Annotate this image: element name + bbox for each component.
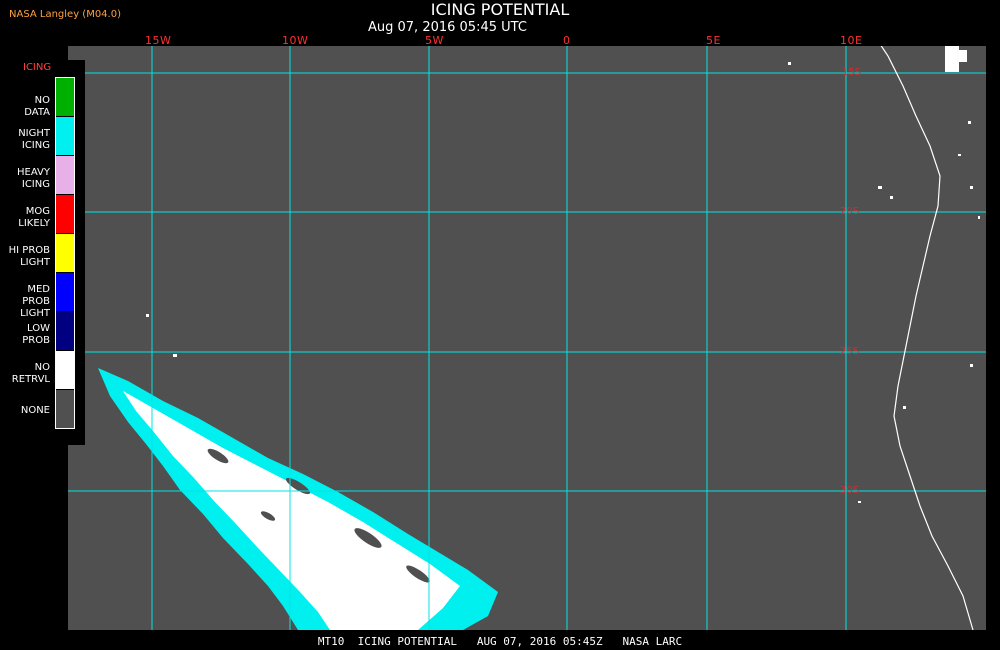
legend-swatch-no-retrvl — [56, 351, 74, 389]
lat-lon-grid — [68, 46, 986, 630]
legend-label-hi-prob-light: HI PROB LIGHT — [8, 245, 50, 268]
observation-time: Aug 07, 2016 05:45 UTC — [368, 20, 527, 35]
legend-label-mog-likely: MOG LIKELY — [18, 206, 50, 229]
legend-label-heavy-icing: HEAVY ICING — [17, 167, 50, 190]
legend-label-no-retrvl: NO RETRVL — [11, 362, 50, 385]
producer-label: NASA Langley (M04.0) — [9, 9, 121, 20]
legend-swatch-no-data — [56, 78, 74, 116]
legend-title: ICING — [23, 62, 52, 73]
lat-label-15s: 15S — [842, 67, 862, 78]
lat-label-30s: 30S — [840, 485, 860, 496]
legend-label-night-icing: NIGHT ICING — [18, 128, 50, 151]
legend-swatch-heavy-icing — [56, 156, 74, 194]
legend-swatch-night-icing — [56, 117, 74, 155]
satellite-map[interactable]: 15S 20S 25S 30S — [68, 46, 986, 630]
coastline — [880, 46, 974, 630]
cloud-speckles — [146, 62, 980, 503]
legend-label-low-prob: LOW PROB — [22, 323, 50, 346]
lat-label-20s: 20S — [840, 206, 860, 217]
legend-swatch-none — [56, 390, 74, 428]
footer-caption: MT10 ICING POTENTIAL AUG 07, 2016 05:45Z… — [317, 635, 683, 648]
legend-label-no-data: NO DATA — [24, 95, 50, 118]
legend-swatch-low-prob — [56, 312, 74, 350]
lat-label-25s: 25S — [840, 346, 860, 357]
map-graphics — [68, 46, 986, 630]
legend-swatch-mog-likely — [56, 195, 74, 233]
legend-swatch-med-prob-light — [56, 273, 74, 311]
legend-label-none: NONE — [20, 405, 50, 416]
page-title: ICING POTENTIAL — [430, 0, 570, 19]
legend-swatch-hi-prob-light — [56, 234, 74, 272]
legend-label-med-prob-light: MED PROB LIGHT — [20, 284, 50, 319]
